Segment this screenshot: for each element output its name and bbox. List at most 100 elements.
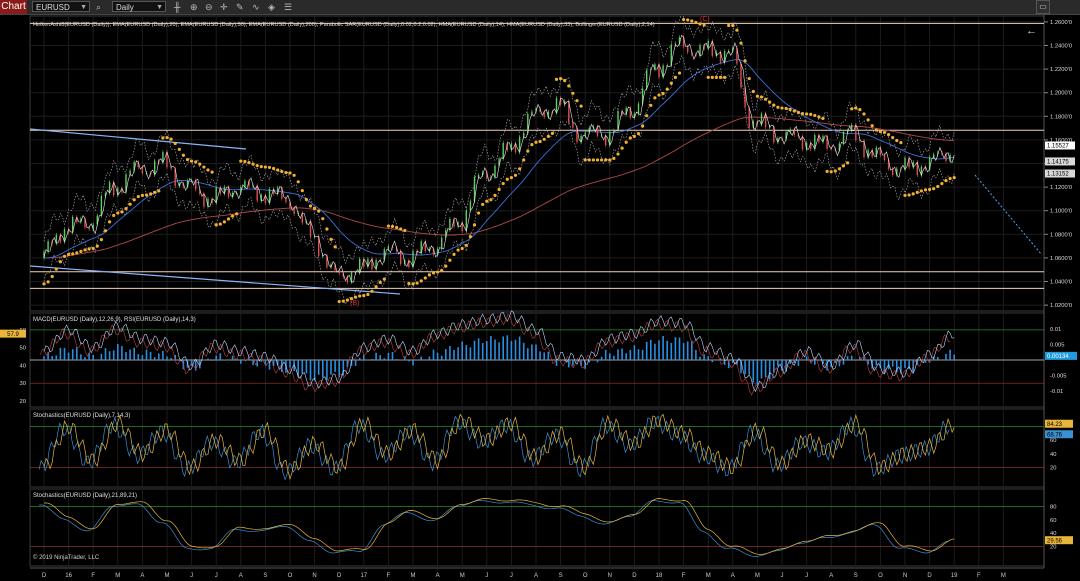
parabolic-sar-dot [538, 139, 542, 144]
price-tick-label: 1.2000'0 [1050, 91, 1072, 97]
macd-histogram-bar [904, 360, 906, 368]
heiken-ashi-candle [883, 155, 886, 161]
drawing-tool-icon[interactable]: ✎ [236, 1, 244, 13]
macd-histogram-bar [937, 357, 939, 360]
macd-histogram-bar [158, 353, 160, 360]
parabolic-sar-dot [563, 78, 567, 83]
parabolic-sar-dot [841, 164, 846, 168]
macd-histogram-bar [568, 360, 570, 368]
copyright-text: © 2019 NinjaTrader, LLC [33, 554, 100, 561]
time-tick-label: J [485, 573, 488, 579]
parabolic-sar-dot [144, 193, 149, 197]
macd-histogram-bar [883, 360, 886, 374]
stoch1-axis: 60 40 20 84.23 68.76 [1045, 419, 1073, 471]
macd-histogram-bar [547, 351, 550, 360]
parabolic-sar-dot [431, 271, 436, 275]
parabolic-sar-dot [79, 249, 83, 254]
time-tick-label: S [559, 573, 563, 579]
parabolic-sar-dot [628, 136, 632, 140]
macd-histogram-bar [240, 360, 242, 364]
zoom-in-icon[interactable]: ⊕ [190, 1, 198, 13]
parabolic-sar-dot [813, 113, 817, 118]
macd-histogram-bar [846, 356, 849, 360]
parabolic-sar-dot [739, 41, 743, 45]
zoom-out-icon[interactable]: ⊖ [205, 1, 213, 13]
stoch2-panel [29, 488, 1045, 567]
properties-icon[interactable]: ☰ [284, 1, 292, 13]
parabolic-sar-dot [837, 167, 842, 171]
indicator-icon[interactable]: ∿ [252, 1, 260, 13]
time-tick-label: M [165, 573, 170, 579]
parabolic-sar-dot [919, 189, 924, 193]
parabolic-sar-dot [95, 244, 99, 248]
parabolic-sar-dot [173, 141, 177, 146]
strategy-icon[interactable]: ◈ [268, 1, 275, 13]
macd-histogram-bar [764, 360, 767, 378]
macd-histogram-bar [473, 340, 476, 360]
parabolic-sar-dot [776, 105, 780, 109]
wave-label-b: (B) [350, 300, 359, 307]
interval-selector[interactable]: Daily ▼ [112, 1, 166, 12]
heiken-ashi-candle [285, 198, 287, 202]
parabolic-sar-dot [936, 184, 940, 189]
macd-histogram-bar [379, 355, 381, 360]
chart-tab[interactable]: Chart [0, 0, 27, 14]
window-restore-button[interactable]: ▭ [1036, 0, 1050, 14]
macd-histogram-bar [408, 360, 410, 362]
back-arrow-icon[interactable]: ← [1026, 25, 1037, 37]
macd-histogram-bar [522, 342, 525, 360]
time-tick-label: A [731, 573, 735, 579]
parabolic-sar-dot [177, 147, 181, 151]
macd-histogram-bar [449, 346, 451, 360]
macd-histogram-bar [252, 360, 254, 366]
macd-histogram-bar [801, 360, 804, 361]
rsi-tick-label: 20 [20, 399, 26, 405]
macd-histogram-bar [891, 360, 894, 367]
parabolic-sar-dot [784, 106, 788, 111]
crosshair-icon[interactable]: ✛ [220, 1, 228, 13]
time-tick-label: N [903, 573, 907, 579]
heiken-ashi-candle [584, 132, 586, 136]
parabolic-sar-dot [682, 17, 686, 22]
macd-histogram-bar [695, 350, 697, 360]
stoch-value-label: 84.23 [1047, 422, 1063, 428]
parabolic-sar-dot [673, 75, 678, 79]
time-tick-label: D [632, 573, 637, 579]
parabolic-sar-dot [243, 159, 247, 164]
parabolic-sar-dot [165, 135, 169, 140]
heiken-ashi-candle [141, 167, 144, 174]
parabolic-sar-dot [194, 160, 198, 164]
parabolic-sar-dot [755, 94, 760, 98]
time-tick-label: A [829, 573, 833, 579]
search-icon[interactable]: ⌕ [96, 1, 101, 13]
parabolic-sar-dot [263, 165, 267, 169]
parabolic-sar-dot [313, 206, 317, 210]
parabolic-sar-dot [67, 252, 71, 256]
macd-histogram-bar [797, 360, 800, 366]
parabolic-sar-dot [226, 217, 231, 221]
parabolic-sar-dot [743, 59, 747, 63]
parabolic-sar-dot [895, 138, 899, 143]
parabolic-sar-dot [944, 179, 948, 183]
parabolic-sar-dot [259, 165, 263, 169]
instrument-selector[interactable]: EURUSD ▼ [32, 1, 90, 12]
macd-histogram-bar [613, 355, 615, 360]
macd-histogram-bar [309, 360, 312, 381]
parabolic-sar-dot [407, 281, 411, 286]
macd-histogram-bar [674, 337, 677, 360]
macd-histogram-bar [428, 356, 431, 360]
parabolic-sar-dot [612, 156, 616, 160]
parabolic-sar-dot [415, 281, 419, 285]
parabolic-sar-dot [665, 87, 669, 91]
macd-histogram-bar [535, 344, 537, 360]
chart-canvas[interactable]: HeikenAshi8(EURUSD (Daily)), EMA(EURUSD … [0, 15, 1080, 581]
bar-type-icon[interactable]: ╫ [174, 1, 180, 13]
parabolic-sar-dot [833, 169, 837, 173]
heiken-ashi-candle [108, 182, 111, 194]
parabolic-sar-dot [891, 135, 895, 140]
parabolic-sar-dot [112, 213, 116, 218]
macd-histogram-bar [59, 347, 62, 360]
macd-tick-label: -0.005 [1050, 373, 1066, 379]
parabolic-sar-dot [579, 104, 583, 108]
time-tick-label: A [239, 573, 243, 579]
